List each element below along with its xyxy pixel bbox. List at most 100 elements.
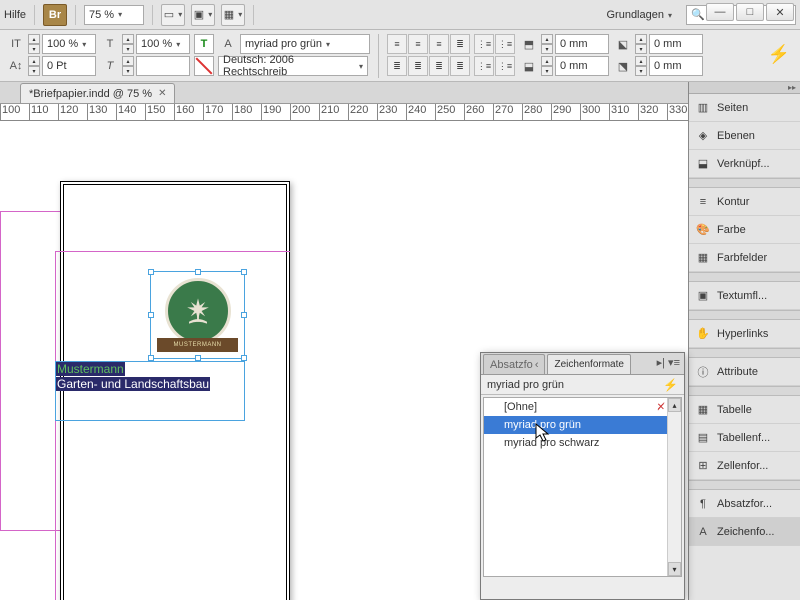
- vlist-button-1[interactable]: ⋮≡: [474, 34, 494, 54]
- align-right-button[interactable]: ≡: [429, 34, 449, 54]
- swatches-icon: ▦: [695, 250, 711, 266]
- workspace-switcher[interactable]: Grundlagen: [598, 9, 680, 21]
- scroll-up-icon[interactable]: ▴: [668, 398, 681, 412]
- panel-collapse-icon[interactable]: ▸|: [657, 356, 665, 369]
- panel-label: Absatzfor...: [717, 498, 772, 510]
- panel-item-color[interactable]: 🎨 Farbe: [689, 216, 800, 244]
- vscale-field[interactable]: 100 %: [136, 34, 190, 54]
- panel-separator: [689, 480, 800, 490]
- clear-override-icon[interactable]: ✕̸: [657, 402, 665, 413]
- panel-dock: ▸▸ ▥Seiten◈Ebenen⬓Verknüpf... ≡Kontur 🎨 Far…: [688, 82, 800, 600]
- panel-item-layers[interactable]: ◈Ebenen: [689, 122, 800, 150]
- align-left-button[interactable]: ≡: [387, 34, 407, 54]
- ruler-tick: 170: [203, 104, 223, 121]
- align-center-button[interactable]: ≡: [408, 34, 428, 54]
- language-dropdown[interactable]: Deutsch: 2006 Rechtschreib: [218, 56, 368, 76]
- ruler-tick: 150: [145, 104, 165, 121]
- panel-label: Farbfelder: [717, 252, 767, 264]
- vlist-button-4[interactable]: ⋮≡: [495, 56, 515, 76]
- scroll-down-icon[interactable]: ▾: [668, 562, 681, 576]
- inset-top-field[interactable]: 0 mm: [555, 34, 609, 54]
- panel-item-table[interactable]: ▦Tabelle: [689, 396, 800, 424]
- ruler-tick: 100: [0, 104, 20, 121]
- ruler-tick: 180: [232, 104, 252, 121]
- panel-item-cellfmt[interactable]: ⊞Zellenfor...: [689, 452, 800, 480]
- help-menu[interactable]: Hilfe: [4, 9, 26, 21]
- tab-character-styles[interactable]: Zeichenformate: [547, 354, 630, 374]
- panel-item-tablefmt[interactable]: ▤Tabellenf...: [689, 424, 800, 452]
- color-icon: 🎨: [695, 222, 711, 238]
- inset-right-field[interactable]: 0 mm: [649, 56, 703, 76]
- style-list-item[interactable]: myriad pro grün: [484, 416, 681, 434]
- panel-label: Zellenfor...: [717, 460, 768, 472]
- character-styles-panel[interactable]: Absatzfo‹ Zeichenformate ▸|▾≡ myriad pro…: [480, 352, 685, 600]
- inset-left-field[interactable]: 0 mm: [649, 34, 703, 54]
- panel-item-stroke[interactable]: ≡Kontur: [689, 188, 800, 216]
- document-tabbar: *Briefpapier.indd @ 75 % ✕: [0, 82, 800, 104]
- table-icon: ▦: [695, 402, 711, 418]
- arrange-docs-button[interactable]: ▦: [221, 4, 245, 26]
- zoom-level-dropdown[interactable]: 75 %: [84, 5, 144, 25]
- dock-collapse-bar[interactable]: ▸▸: [689, 82, 800, 94]
- panel-item-hyper[interactable]: ✋Hyperlinks: [689, 320, 800, 348]
- style-list-item[interactable]: [Ohne]✕̸: [484, 398, 681, 416]
- panel-item-para[interactable]: ¶Absatzfor...: [689, 490, 800, 518]
- inset-bottom-stepper[interactable]: ▴▾: [541, 56, 553, 76]
- inset-left-stepper[interactable]: ▴▾: [635, 34, 647, 54]
- char-style-dropdown[interactable]: myriad pro grün: [240, 34, 370, 54]
- inset-bottom-field[interactable]: 0 mm: [555, 56, 609, 76]
- vscale-stepper[interactable]: ▴▾: [122, 34, 134, 54]
- vertical-scale-icon: T: [100, 34, 120, 54]
- textline-company: Mustermann: [56, 362, 125, 376]
- scrollbar[interactable]: ▴ ▾: [667, 398, 681, 576]
- ruler-tick: 310: [609, 104, 629, 121]
- ruler-tick: 230: [377, 104, 397, 121]
- logo-image-frame[interactable]: MUSTERMANN: [150, 271, 245, 359]
- panel-label: Farbe: [717, 224, 746, 236]
- skew-field[interactable]: [136, 56, 190, 76]
- quick-apply-icon[interactable]: ⚡: [663, 378, 678, 392]
- char-color-stroke[interactable]: [194, 56, 214, 76]
- bridge-button[interactable]: Br: [43, 4, 67, 26]
- tab-close-icon[interactable]: ✕: [158, 88, 166, 99]
- panel-item-links[interactable]: ⬓Verknüpf...: [689, 150, 800, 178]
- panel-item-wrap[interactable]: ▣Textumfl...: [689, 282, 800, 310]
- justify-all-button[interactable]: ≣: [429, 56, 449, 76]
- baseline-stepper[interactable]: ▴▾: [28, 56, 40, 76]
- panel-item-swatches[interactable]: ▦ Farbfelder: [689, 244, 800, 272]
- panel-item-attr[interactable]: ⓘAttribute: [689, 358, 800, 386]
- justify-last-center-button[interactable]: ≣: [387, 56, 407, 76]
- horizontal-ruler: 1001101201301401501601701801902002102202…: [0, 104, 800, 121]
- ruler-tick: 270: [493, 104, 513, 121]
- hscale-field[interactable]: 100 %: [42, 34, 96, 54]
- view-options-button[interactable]: ▭: [161, 4, 185, 26]
- skew-stepper[interactable]: ▴▾: [122, 56, 134, 76]
- panel-menu-icon[interactable]: ▾≡: [668, 356, 680, 369]
- inset-top-stepper[interactable]: ▴▾: [541, 34, 553, 54]
- ruler-tick: 120: [58, 104, 78, 121]
- panel-item-char[interactable]: AZeichenfo...: [689, 518, 800, 546]
- maximize-button[interactable]: □: [736, 3, 764, 21]
- tab-paragraph-styles[interactable]: Absatzfo‹: [483, 354, 545, 374]
- ruler-tick: 250: [435, 104, 455, 121]
- ruler-tick: 220: [348, 104, 368, 121]
- justify-last-left-button[interactable]: ≣: [450, 34, 470, 54]
- panel-item-pages[interactable]: ▥Seiten: [689, 94, 800, 122]
- style-list-item[interactable]: myriad pro schwarz: [484, 434, 681, 452]
- justify-last-right-button[interactable]: ≣: [408, 56, 428, 76]
- inset-right-stepper[interactable]: ▴▾: [635, 56, 647, 76]
- document-tab[interactable]: *Briefpapier.indd @ 75 % ✕: [20, 83, 175, 103]
- char-color-fill[interactable]: T: [194, 34, 214, 54]
- vlist-button-2[interactable]: ⋮≡: [495, 34, 515, 54]
- ruler-tick: 280: [522, 104, 542, 121]
- align-spine-button[interactable]: ≣: [450, 56, 470, 76]
- baseline-field[interactable]: 0 Pt: [42, 56, 96, 76]
- minimize-button[interactable]: —: [706, 3, 734, 21]
- text-frame[interactable]: Mustermann Garten- und Landschaftsbau: [55, 361, 245, 421]
- quick-apply-icon[interactable]: ⚡: [768, 44, 790, 65]
- screen-mode-button[interactable]: ▣: [191, 4, 215, 26]
- vlist-button-3[interactable]: ⋮≡: [474, 56, 494, 76]
- hscale-stepper[interactable]: ▴▾: [28, 34, 40, 54]
- close-button[interactable]: ✕: [766, 3, 794, 21]
- inset-right-icon: ⬔: [613, 56, 633, 76]
